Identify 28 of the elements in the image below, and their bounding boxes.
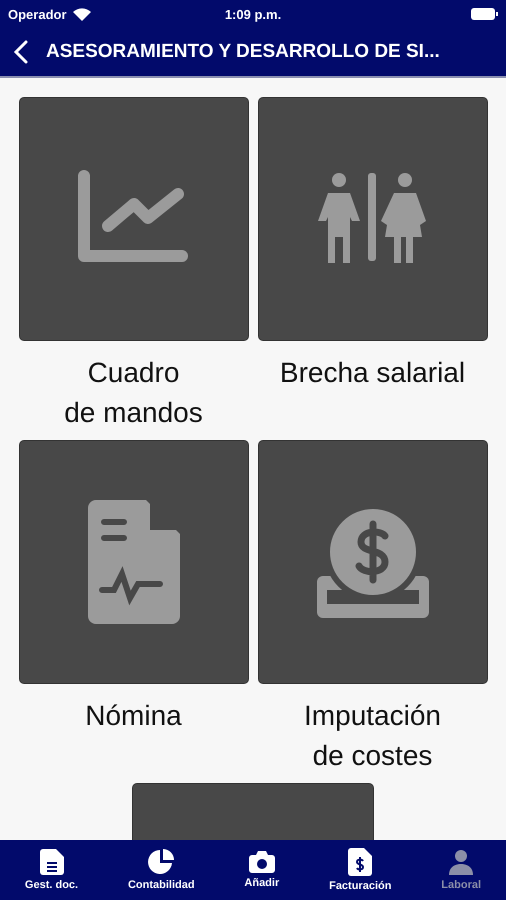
back-icon[interactable] <box>14 40 28 64</box>
screen-title: ASESORAMIENTO Y DESARROLLO DE SI... <box>46 41 440 63</box>
tile-label: Nómina <box>85 699 182 733</box>
menu-tile[interactable] <box>18 440 248 684</box>
invoice-icon <box>348 848 372 876</box>
person-icon <box>449 849 474 875</box>
tab-bar-item[interactable]: Contabilidad <box>128 849 195 891</box>
tile-label: Brecha salarial <box>280 356 466 390</box>
restroom-people-icon <box>318 173 428 265</box>
menu-tile[interactable] <box>258 440 488 684</box>
menu-tile[interactable] <box>258 97 488 341</box>
document-signature-icon <box>88 500 180 624</box>
tile-label: Cuadro de mandos <box>64 356 203 430</box>
wifi-icon <box>72 8 91 20</box>
tab-bar-item[interactable]: Laboral <box>441 849 482 891</box>
battery-icon <box>471 8 498 20</box>
document-icon <box>40 849 64 875</box>
menu-tile[interactable] <box>132 783 374 840</box>
tab-bar-item[interactable]: Añadir <box>244 851 280 889</box>
carrier-name: Operador <box>8 6 67 22</box>
tab-bar-item[interactable]: Facturación <box>329 848 392 892</box>
camera-icon <box>248 851 275 873</box>
status-time: 1:09 p.m. <box>224 6 282 22</box>
pie-chart-icon <box>148 849 174 875</box>
menu-tile[interactable] <box>18 97 248 341</box>
coin-slot-icon <box>316 506 428 618</box>
tile-label: Imputación de costes <box>304 699 441 773</box>
tab-bar-item[interactable]: Gest. doc. <box>24 849 78 891</box>
